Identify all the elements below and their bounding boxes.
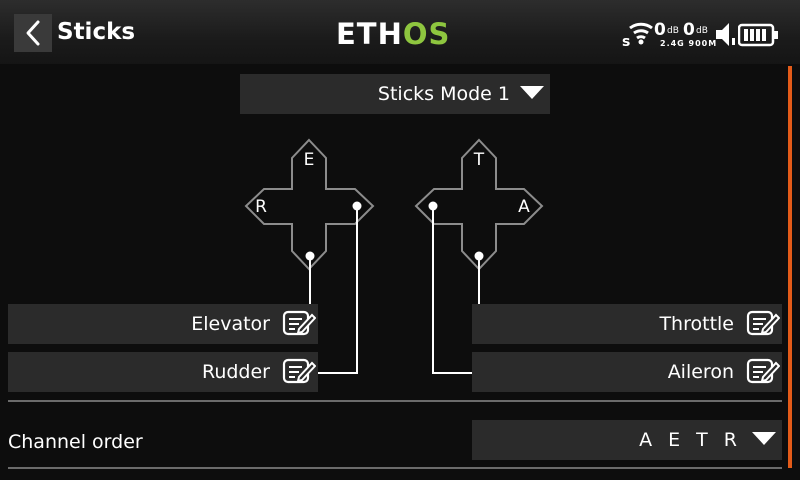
aileron-dot <box>428 201 438 211</box>
aileron-label: Aileron <box>667 361 734 383</box>
throttle-field[interactable]: Throttle <box>472 304 782 344</box>
elevator-field[interactable]: Elevator <box>8 304 318 344</box>
throttle-dot <box>474 251 484 261</box>
chevron-down-icon <box>752 432 776 445</box>
edit-icon[interactable] <box>746 357 780 387</box>
divider <box>8 400 782 402</box>
throttle-label: Throttle <box>659 313 734 335</box>
left-stick-left-label: R <box>255 197 267 217</box>
rudder-connector <box>318 206 358 374</box>
divider <box>8 467 782 469</box>
rudder-dot <box>352 201 362 211</box>
aileron-connector <box>432 206 472 374</box>
right-stick-right-label: A <box>518 197 530 217</box>
channel-order-dropdown[interactable]: A E T R <box>472 420 782 460</box>
channel-order-label: Channel order <box>8 431 143 453</box>
channel-order-value: A E T R <box>639 429 742 451</box>
rudder-field[interactable]: Rudder <box>8 352 318 392</box>
elevator-dot <box>305 251 315 261</box>
sticks-diagram: E R T A <box>244 138 544 374</box>
edit-icon[interactable] <box>282 309 316 339</box>
left-stick-up-label: E <box>304 150 315 170</box>
elevator-label: Elevator <box>191 313 270 335</box>
rudder-label: Rudder <box>201 361 270 383</box>
edit-icon[interactable] <box>282 357 316 387</box>
aileron-field[interactable]: Aileron <box>472 352 782 392</box>
right-stick-up-label: T <box>473 150 485 170</box>
edit-icon[interactable] <box>746 309 780 339</box>
